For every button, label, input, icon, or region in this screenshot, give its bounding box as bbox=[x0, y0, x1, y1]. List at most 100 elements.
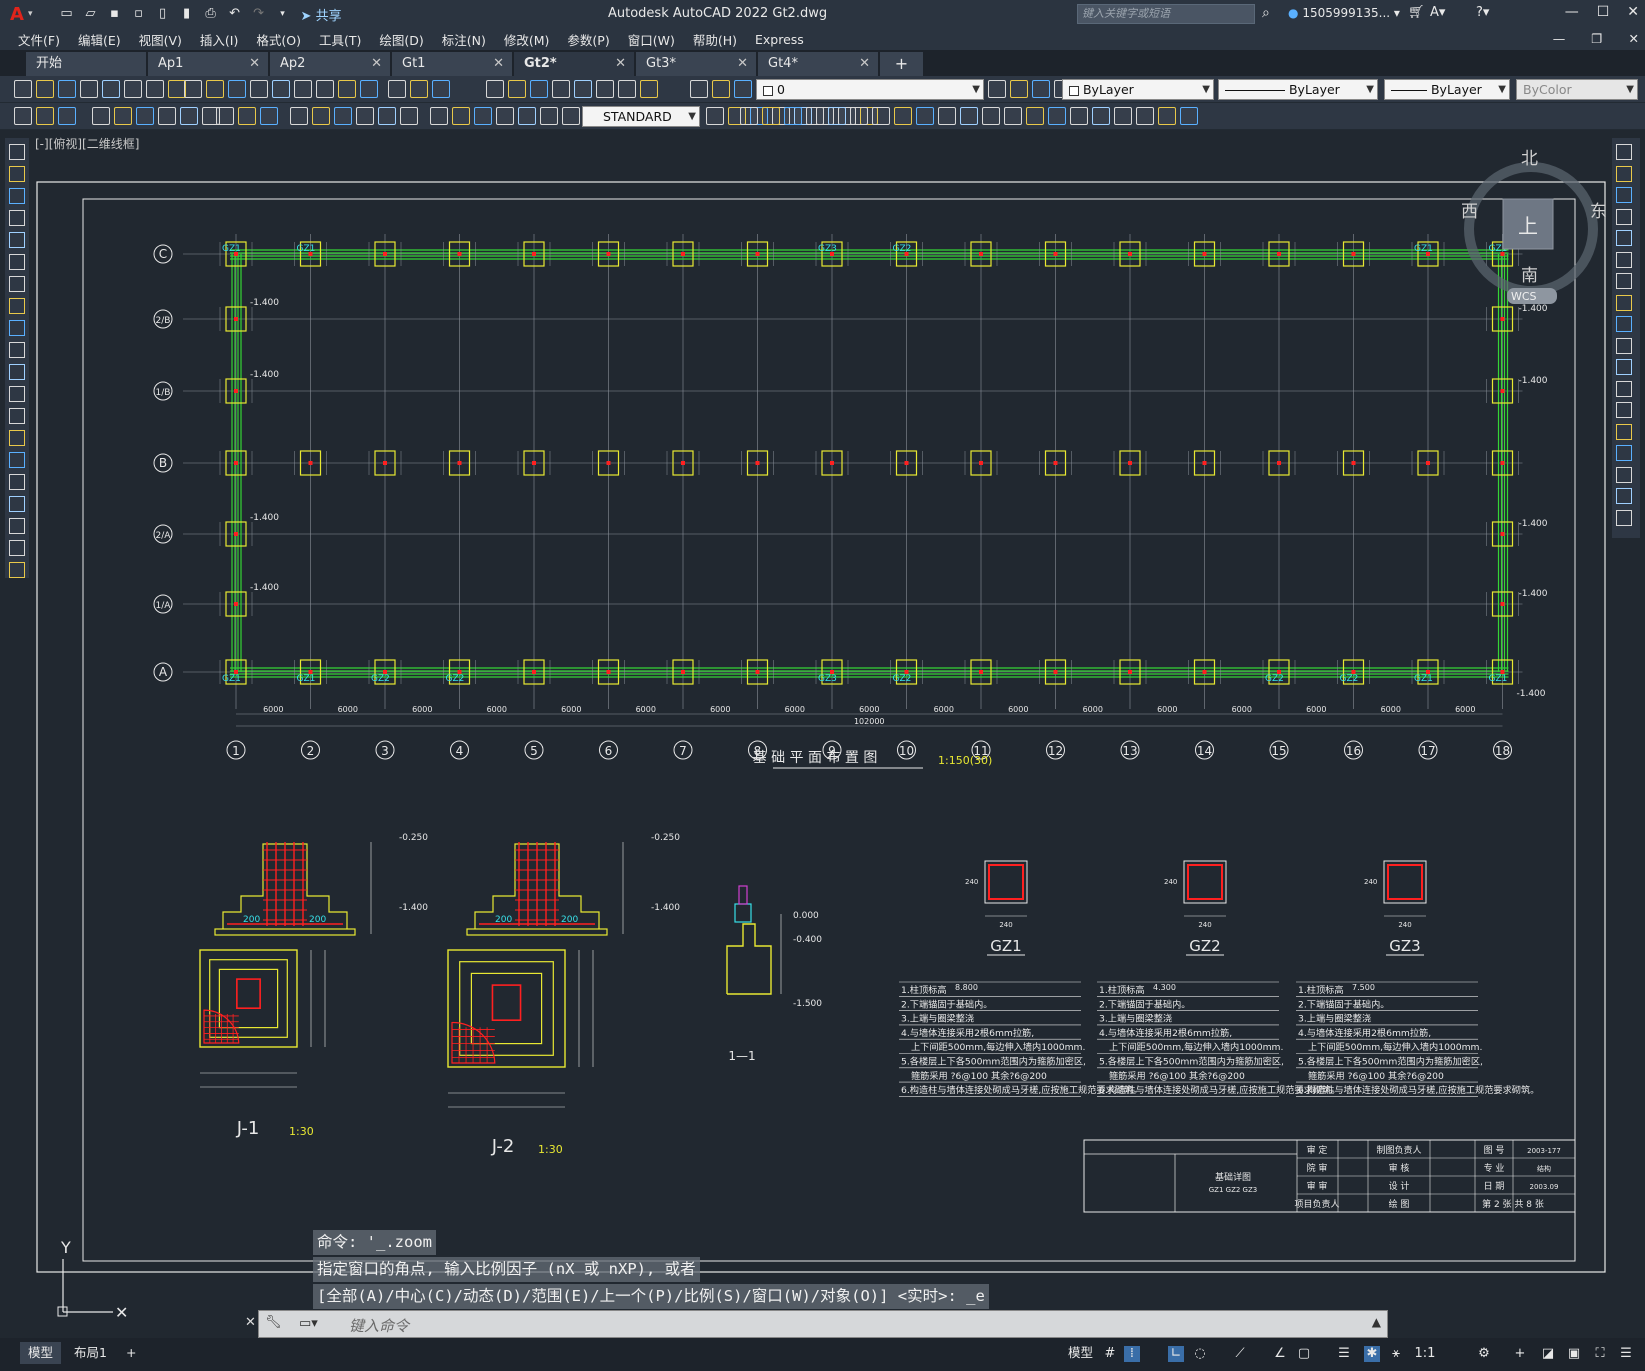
toolbar-tool-icon[interactable] bbox=[14, 80, 32, 98]
plus-icon[interactable]: + bbox=[1512, 1346, 1528, 1362]
toolbar-tool-icon[interactable] bbox=[1616, 466, 1632, 483]
toolbar-tool-icon[interactable] bbox=[92, 107, 110, 125]
toolbar-tool-icon[interactable] bbox=[228, 80, 246, 98]
menu-insert[interactable]: 插入(I) bbox=[200, 30, 238, 49]
toolbar-tool-icon[interactable] bbox=[250, 80, 268, 98]
close-icon[interactable]: ✕ bbox=[493, 52, 504, 76]
menu-window[interactable]: 窗口(W) bbox=[628, 30, 675, 49]
toolbar-tool-icon[interactable] bbox=[806, 107, 824, 125]
toolbar-tool-icon[interactable] bbox=[938, 107, 956, 125]
close-command-icon[interactable]: ✕ bbox=[245, 1315, 256, 1330]
lineweight-dropdown[interactable]: ByLayer ▼ bbox=[1384, 79, 1510, 100]
toolbar-tool-icon[interactable] bbox=[1616, 423, 1632, 440]
toolbar-tool-icon[interactable] bbox=[356, 107, 374, 125]
toolbar-tool-icon[interactable] bbox=[272, 80, 290, 98]
toolbar-tool-icon[interactable] bbox=[9, 496, 25, 512]
toolbar-tool-icon[interactable] bbox=[9, 232, 25, 248]
toolbar-tool-icon[interactable] bbox=[850, 107, 868, 125]
tab-ap1[interactable]: Ap1 ✕ bbox=[148, 52, 269, 76]
search-input[interactable]: 键入关键字或短语 bbox=[1077, 4, 1255, 24]
search-icon[interactable]: ⌕ bbox=[1262, 5, 1270, 21]
toolbar-tool-icon[interactable] bbox=[9, 364, 25, 380]
toolbar-tool-icon[interactable] bbox=[552, 80, 570, 98]
menu-parametric[interactable]: 参数(P) bbox=[567, 30, 609, 49]
toolbar-tool-icon[interactable] bbox=[114, 107, 132, 125]
toolbar-tool-icon[interactable] bbox=[9, 386, 25, 402]
toolbar-tool-icon[interactable] bbox=[430, 107, 448, 125]
toolbar-tool-icon[interactable] bbox=[1616, 445, 1632, 461]
toolbar-tool-icon[interactable] bbox=[1010, 80, 1028, 98]
toolbar-tool-icon[interactable] bbox=[216, 107, 234, 125]
cart-icon[interactable]: 🛒︎ bbox=[1408, 5, 1425, 20]
toolbar-tool-icon[interactable] bbox=[14, 107, 32, 125]
toolbar-tool-icon[interactable] bbox=[916, 107, 934, 125]
toolbar-tool-icon[interactable] bbox=[894, 107, 912, 125]
new-file-icon[interactable]: ▭ bbox=[59, 6, 75, 22]
toolbar-tool-icon[interactable] bbox=[1114, 107, 1132, 125]
toolbar-tool-icon[interactable] bbox=[260, 107, 278, 125]
save-web-icon[interactable]: ▮ bbox=[179, 6, 195, 22]
toolbar-tool-icon[interactable] bbox=[1616, 380, 1632, 397]
viewcube-north[interactable]: 北 bbox=[1521, 149, 1538, 169]
tab-gt4[interactable]: Gt4* ✕ bbox=[758, 52, 879, 76]
menu-modify[interactable]: 修改(M) bbox=[504, 30, 550, 49]
close-icon[interactable]: ✕ bbox=[859, 52, 870, 76]
close-icon[interactable]: ✕ bbox=[615, 52, 626, 76]
toolbar-tool-icon[interactable] bbox=[1180, 107, 1198, 125]
toolbar-tool-icon[interactable] bbox=[574, 80, 592, 98]
customize-wrench-icon[interactable]: 🔧︎ bbox=[265, 1315, 282, 1330]
viewcube-south[interactable]: 南 bbox=[1521, 266, 1538, 286]
minimize-icon[interactable]: — bbox=[1565, 4, 1579, 20]
toolbar-tool-icon[interactable] bbox=[9, 298, 25, 314]
menu-edit[interactable]: 编辑(E) bbox=[78, 30, 121, 49]
open-web-icon[interactable]: ▯ bbox=[155, 6, 171, 22]
help-icon[interactable]: ?▾ bbox=[1476, 5, 1489, 20]
toolbar-tool-icon[interactable] bbox=[9, 342, 25, 358]
tab-gt3[interactable]: Gt3* ✕ bbox=[636, 52, 757, 76]
toolbar-tool-icon[interactable] bbox=[180, 107, 198, 125]
toolbar-tool-icon[interactable] bbox=[9, 452, 25, 468]
toolbar-tool-icon[interactable] bbox=[400, 107, 418, 125]
toolbar-tool-icon[interactable] bbox=[530, 80, 548, 98]
toolbar-tool-icon[interactable] bbox=[1616, 294, 1632, 311]
autodesk-app-icon[interactable]: A▾ bbox=[1430, 5, 1445, 20]
toolbar-tool-icon[interactable] bbox=[360, 80, 378, 98]
menu-view[interactable]: 视图(V) bbox=[139, 30, 182, 49]
redo-icon[interactable]: ↷ bbox=[251, 6, 267, 22]
toolbar-tool-icon[interactable] bbox=[1048, 107, 1066, 125]
toolbar-tool-icon[interactable] bbox=[378, 107, 396, 125]
app-menu-chevron-icon[interactable]: ▾ bbox=[28, 9, 33, 19]
undo-icon[interactable]: ↶ bbox=[227, 6, 243, 22]
toolbar-tool-icon[interactable] bbox=[1004, 107, 1022, 125]
close-icon[interactable]: ✕ bbox=[737, 52, 748, 76]
toolbar-tool-icon[interactable] bbox=[452, 107, 470, 125]
toolbar-tool-icon[interactable] bbox=[9, 320, 25, 336]
maximize-icon[interactable]: ☐ bbox=[1597, 4, 1610, 20]
recent-commands-icon[interactable]: ▭▾ bbox=[299, 1316, 318, 1331]
drawing-canvas[interactable]: [-][俯视][二维线框] -1.400-1.400-1.400-1.400-1… bbox=[33, 134, 1608, 1334]
close-icon[interactable]: ✕ bbox=[249, 52, 260, 76]
toolbar-tool-icon[interactable] bbox=[982, 107, 1000, 125]
toolbar-tool-icon[interactable] bbox=[1616, 509, 1632, 526]
share-button[interactable]: ➤ 共享 bbox=[301, 5, 342, 24]
toolbar-tool-icon[interactable] bbox=[158, 107, 176, 125]
toolbar-tool-icon[interactable] bbox=[762, 107, 780, 125]
toolbar-tool-icon[interactable] bbox=[334, 107, 352, 125]
toolbar-tool-icon[interactable] bbox=[1032, 80, 1050, 98]
doc-minimize-icon[interactable]: — bbox=[1553, 31, 1566, 46]
toolbar-tool-icon[interactable] bbox=[1092, 107, 1110, 125]
toolbar-tool-icon[interactable] bbox=[1616, 273, 1632, 289]
workspace-chevron-icon[interactable]: ▾ bbox=[275, 6, 291, 22]
toolbar-tool-icon[interactable] bbox=[9, 562, 25, 578]
toolbar-tool-icon[interactable] bbox=[9, 518, 25, 534]
toolbar-tool-icon[interactable] bbox=[410, 80, 428, 98]
save-as-icon[interactable]: ▫ bbox=[131, 6, 147, 22]
object-snap-tracking-icon[interactable]: ∠ bbox=[1272, 1346, 1288, 1362]
menu-format[interactable]: 格式(O) bbox=[256, 30, 301, 49]
doc-restore-icon[interactable]: ❐ bbox=[1591, 31, 1602, 46]
add-layout-button[interactable]: + bbox=[118, 1342, 144, 1364]
model-space-button[interactable]: 模型 bbox=[1060, 1342, 1101, 1364]
new-tab-button[interactable]: + bbox=[880, 52, 924, 76]
toolbar-tool-icon[interactable] bbox=[9, 540, 25, 556]
toolbar-tool-icon[interactable] bbox=[1136, 107, 1154, 125]
